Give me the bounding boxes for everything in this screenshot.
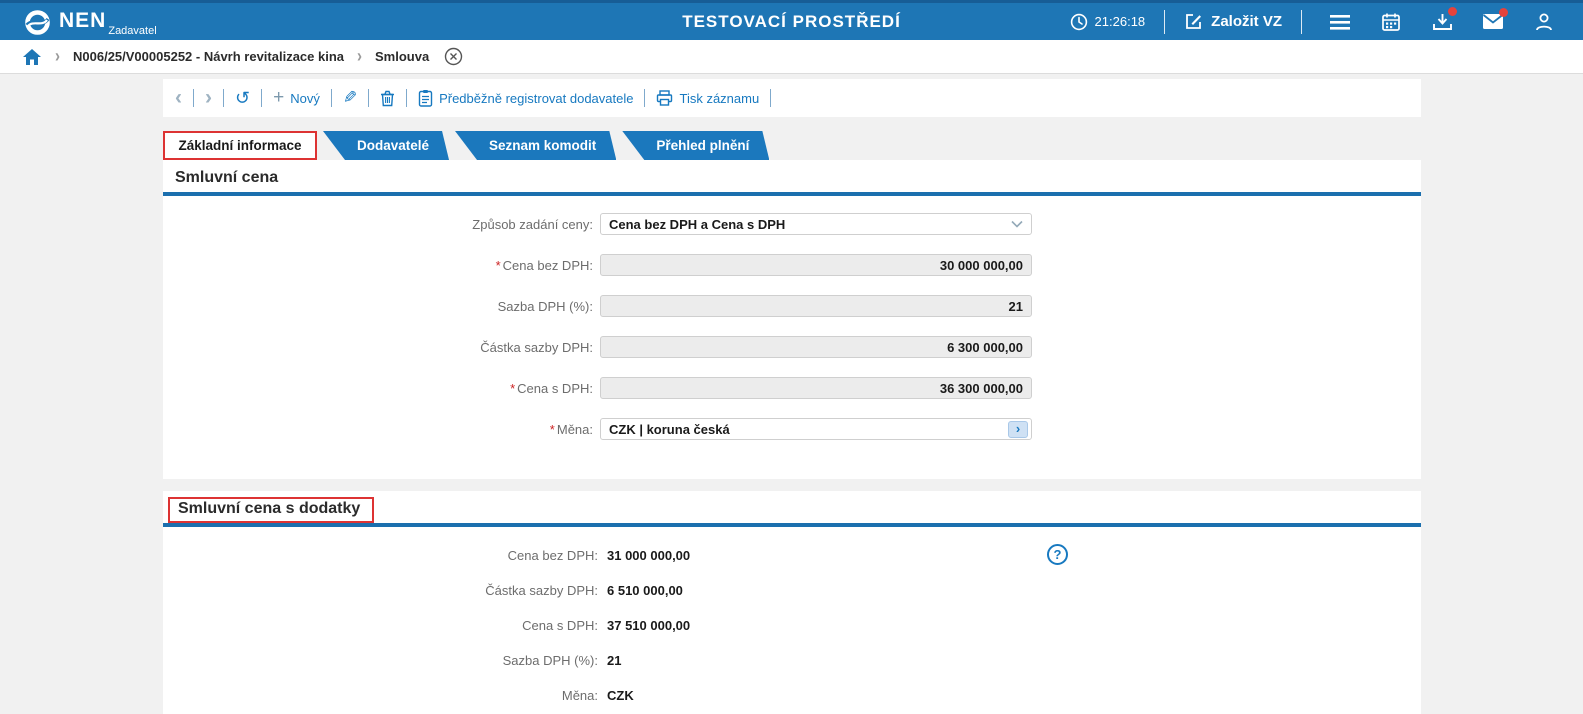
preregister-supplier-button[interactable]: Předběžně registrovat dodavatele: [418, 89, 633, 107]
field-label: Částka sazby DPH:: [163, 583, 598, 598]
form-row-zpusob-zadani: Způsob zadání ceny: Cena bez DPH a Cena …: [163, 213, 1421, 235]
section-title-smluvni-cena: Smluvní cena: [175, 169, 278, 186]
tab-dodavatele[interactable]: Dodavatelé: [323, 131, 449, 160]
cena-bez-dph-field: 30 000 000,00: [600, 254, 1032, 276]
field-label: Cena bez DPH:: [163, 548, 598, 563]
readonly-row-cena-bez-dph: Cena bez DPH: 31 000 000,00: [163, 547, 1421, 563]
zpusob-zadani-ceny-select[interactable]: Cena bez DPH a Cena s DPH: [600, 213, 1032, 235]
nen-logo-icon: [24, 9, 51, 36]
field-value: 31 000 000,00: [607, 548, 690, 563]
tab-zakladni-informace[interactable]: Základní informace: [163, 131, 317, 160]
messages-button[interactable]: [1474, 13, 1512, 30]
readonly-row-castka-sazby-dph: Částka sazby DPH: 6 510 000,00: [163, 582, 1421, 598]
edit-square-icon: [1184, 12, 1203, 31]
chevron-right-icon: ›: [55, 46, 60, 66]
hamburger-icon: [1329, 13, 1351, 31]
help-icon[interactable]: ?: [1047, 544, 1068, 565]
download-notification-badge: [1448, 7, 1457, 16]
section-smluvni-cena-s-dodatky: Smluvní cena s dodatky ? Cena bez DPH: 3…: [163, 491, 1421, 714]
field-value: 6 510 000,00: [607, 583, 683, 598]
castka-sazby-dph-field: 6 300 000,00: [600, 336, 1032, 358]
readonly-row-cena-s-dph: Cena s DPH: 37 510 000,00: [163, 617, 1421, 633]
downloads-button[interactable]: [1423, 12, 1461, 32]
edit-button[interactable]: ✎: [343, 88, 357, 108]
form-row-cena-s-dph: *Cena s DPH: 36 300 000,00: [163, 377, 1421, 399]
refresh-button[interactable]: ↺: [235, 89, 250, 107]
home-icon[interactable]: [22, 48, 42, 66]
refresh-icon: ↺: [235, 89, 250, 107]
field-label: Cena s DPH:: [163, 618, 598, 633]
field-label: Cena bez DPH:: [503, 258, 593, 273]
printer-icon: [656, 90, 673, 106]
user-profile-button[interactable]: [1525, 12, 1563, 32]
nen-logo[interactable]: NEN Zadavatel: [0, 8, 340, 36]
chevron-down-icon: [1011, 220, 1023, 228]
calendar-icon: [1381, 12, 1401, 32]
top-header-bar: NEN Zadavatel TESTOVACÍ PROSTŘEDÍ 21:26:…: [0, 0, 1583, 40]
calendar-button[interactable]: [1372, 12, 1410, 32]
section-smluvni-cena: Smluvní cena Způsob zadání ceny: Cena be…: [163, 160, 1421, 479]
create-vz-button[interactable]: Založit VZ: [1184, 12, 1282, 31]
cena-s-dph-field: 36 300 000,00: [600, 377, 1032, 399]
tab-seznam-komodit[interactable]: Seznam komodit: [455, 131, 616, 160]
breadcrumb-item-smlouva[interactable]: Smlouva: [375, 49, 429, 64]
field-value: 37 510 000,00: [607, 618, 690, 633]
tab-bar: Základní informace Dodavatelé Seznam kom…: [163, 131, 1421, 160]
session-time-value: 21:26:18: [1095, 14, 1146, 29]
divider: [1301, 10, 1302, 34]
field-label: Sazba DPH (%):: [498, 299, 593, 314]
required-asterisk: *: [550, 422, 555, 437]
readonly-row-mena: Měna: CZK: [163, 687, 1421, 703]
form-row-castka-sazby-dph: Částka sazby DPH: 6 300 000,00: [163, 336, 1421, 358]
field-label: Sazba DPH (%):: [163, 653, 598, 668]
new-record-button[interactable]: + Nový: [273, 90, 320, 106]
delete-button[interactable]: [380, 90, 395, 107]
record-toolbar: ‹ › ↺ + Nový ✎ Předběžn: [163, 79, 1421, 117]
required-asterisk: *: [510, 381, 515, 396]
form-row-cena-bez-dph: *Cena bez DPH: 30 000 000,00: [163, 254, 1421, 276]
field-label: Částka sazby DPH:: [480, 340, 593, 355]
close-tab-icon[interactable]: [444, 47, 463, 66]
field-label: Měna:: [163, 688, 598, 703]
session-time: 21:26:18: [1070, 13, 1146, 31]
app-title: NEN: [59, 8, 106, 34]
sazba-dph-field: 21: [600, 295, 1032, 317]
menu-button[interactable]: [1321, 13, 1359, 31]
field-value: 21: [607, 653, 621, 668]
breadcrumb-item-procedure[interactable]: N006/25/V00005252 - Návrh revitalizace k…: [73, 49, 344, 64]
breadcrumb: › N006/25/V00005252 - Návrh revitalizace…: [0, 40, 1583, 74]
plus-icon: +: [273, 90, 284, 106]
mail-notification-badge: [1499, 8, 1508, 17]
next-record-button[interactable]: ›: [205, 89, 212, 107]
trash-icon: [380, 90, 395, 107]
mena-lookup-field[interactable]: CZK | koruna česká ›: [600, 418, 1032, 440]
field-label: Způsob zadání ceny:: [472, 217, 593, 232]
field-label: Cena s DPH:: [517, 381, 593, 396]
field-value: CZK: [607, 688, 634, 703]
divider: [1164, 10, 1165, 34]
previous-record-button[interactable]: ‹: [175, 89, 182, 107]
form-row-mena: *Měna: CZK | koruna česká ›: [163, 418, 1421, 440]
person-icon: [1534, 12, 1554, 32]
field-label: Měna:: [557, 422, 593, 437]
page-body: ‹ › ↺ + Nový ✎ Předběžn: [0, 79, 1583, 714]
readonly-row-sazba-dph: Sazba DPH (%): 21: [163, 652, 1421, 668]
open-lookup-button[interactable]: ›: [1008, 421, 1028, 438]
tab-prehled-plneni[interactable]: Přehled plnění: [622, 131, 769, 160]
required-asterisk: *: [496, 258, 501, 273]
print-record-button[interactable]: Tisk záznamu: [656, 90, 759, 106]
clipboard-icon: [418, 89, 433, 107]
section-title-smluvni-cena-s-dodatky: Smluvní cena s dodatky: [168, 497, 374, 523]
form-row-sazba-dph: Sazba DPH (%): 21: [163, 295, 1421, 317]
pencil-icon: ✎: [343, 88, 357, 108]
chevron-right-icon: ›: [357, 46, 362, 66]
clock-icon: [1070, 13, 1088, 31]
app-subtitle: Zadavatel: [108, 25, 156, 37]
